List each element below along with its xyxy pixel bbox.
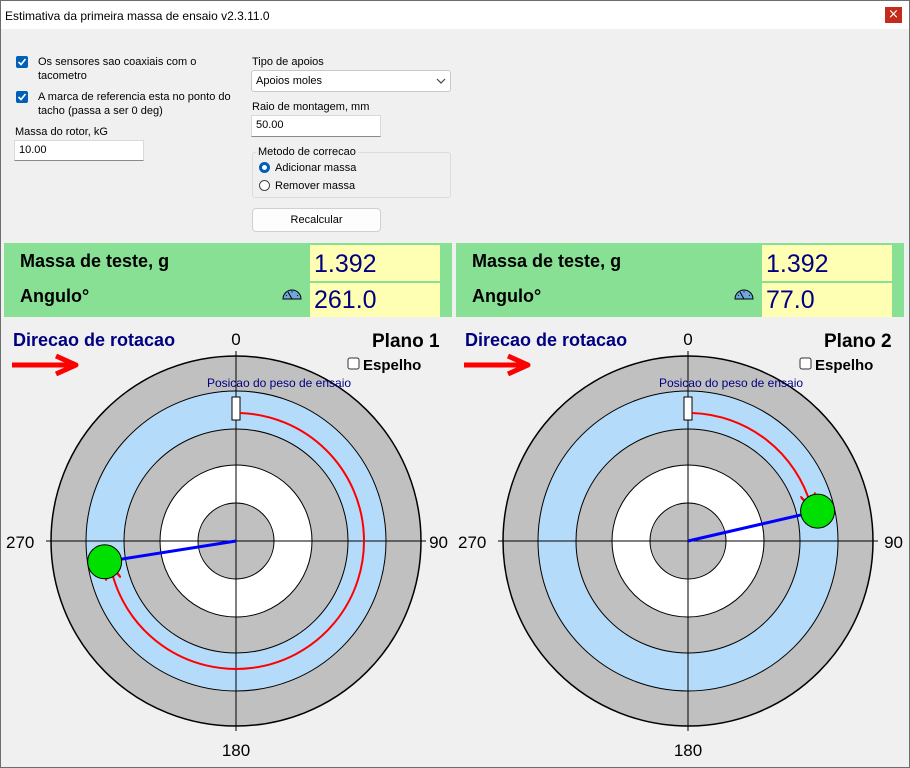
trial-weight-marker [800, 493, 836, 529]
mirror-label[interactable]: Espelho [363, 357, 421, 374]
tick-label-left: 270 [6, 533, 34, 552]
tick-label-bottom: 180 [674, 741, 702, 760]
tick-label-left: 270 [458, 533, 486, 552]
mirror-checkbox[interactable] [347, 357, 360, 370]
tick-label-top: 0 [683, 330, 692, 349]
rotation-arrow-icon [12, 353, 79, 377]
tick-label-right: 90 [884, 533, 903, 552]
reference-marker [683, 396, 693, 421]
mirror-label[interactable]: Espelho [815, 357, 873, 374]
tick-label-right: 90 [429, 533, 448, 552]
mirror-checkbox[interactable] [799, 357, 812, 370]
plane-title: Plano 2 [824, 331, 892, 352]
polar-diagrams: Direcao de rotacao Plano 1 Espelho 0 90 … [6, 330, 903, 760]
trial-weight-position-label: Posicao do peso de ensaio [207, 376, 351, 390]
tick-label-top: 0 [231, 330, 240, 349]
plane-title: Plano 1 [372, 331, 440, 352]
polar-plane-1: Direcao de rotacao Plano 1 Espelho 0 90 … [6, 330, 448, 760]
rotation-direction-label: Direcao de rotacao [465, 330, 627, 350]
tick-label-bottom: 180 [222, 741, 250, 760]
trial-weight-marker [87, 544, 123, 580]
rotation-direction-label: Direcao de rotacao [13, 330, 175, 350]
trial-weight-position-label: Posicao do peso de ensaio [659, 376, 803, 390]
rotation-arrow-icon [464, 353, 531, 377]
reference-marker [231, 396, 241, 421]
polar-plane-2: Direcao de rotacao Plano 2 Espelho 0 90 … [458, 330, 903, 760]
